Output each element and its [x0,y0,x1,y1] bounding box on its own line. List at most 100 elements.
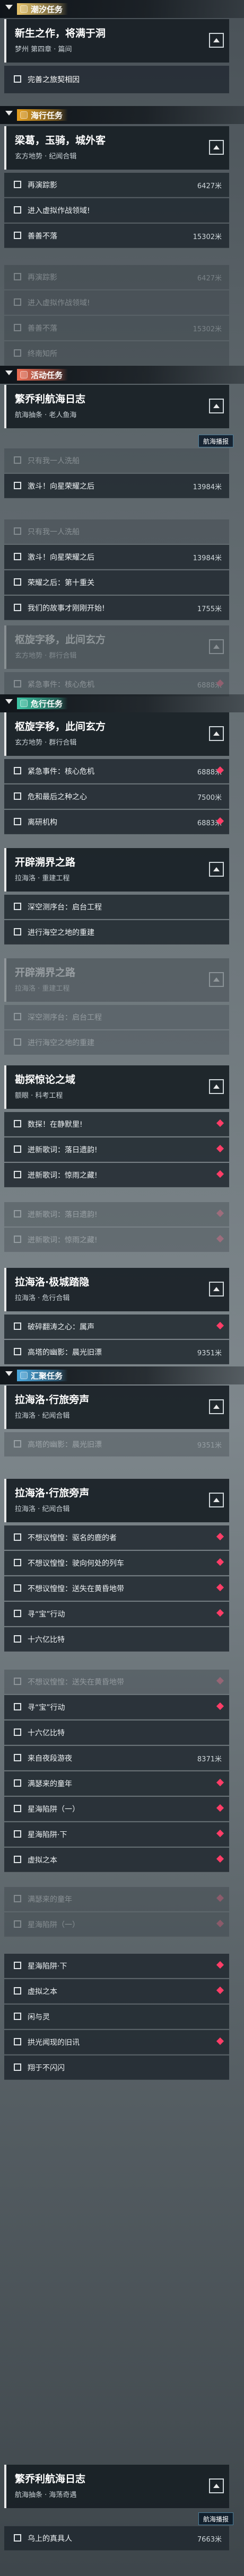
objective-row[interactable]: 不想议惶惶：驱名的鹿的者 [4,1525,229,1550]
objective-row[interactable]: 破碎翻涛之心：属声 [4,1315,229,1339]
objective-row[interactable]: 十六亿比特 [4,1627,229,1652]
objective-row[interactable]: 虚拟之本 [4,1979,229,2004]
objective-row[interactable]: 进行海空之地的重建 [4,920,229,945]
quest-card[interactable]: 枢旋字移，此间玄方 玄方地势 · 群行合辑 [4,625,229,669]
objective-row[interactable]: 只有我一人洗船 [4,448,229,473]
track-button[interactable] [209,1282,224,1296]
objective-row[interactable]: 善善不落 15302米 [4,316,229,340]
track-button[interactable] [209,972,224,987]
objective-row[interactable]: 激斗！向星荣耀之后 13984米 [4,474,229,498]
track-button[interactable] [209,1399,224,1414]
objective-row[interactable]: 激斗！向星荣耀之后 13984米 [4,545,229,569]
track-button[interactable] [209,1079,224,1094]
quest-subtitle: 拉海洛 · 纪闻合辑 [15,1412,70,1420]
objective-row[interactable]: 寻“宝”行动 [4,1602,229,1626]
objective-row[interactable]: 不想议惶惶：驶向何处的列车 [4,1551,229,1575]
checkbox-icon [14,1038,21,1046]
objective-row[interactable]: 进入虚拟作战领域! [4,290,229,315]
objective-row[interactable]: 迸新歌词：惊雨之藏! [4,1163,229,1187]
objective-row[interactable]: 善善不落 15302米 [4,224,229,248]
objective-row[interactable]: 紧急事件：核心危机 6888米 [4,672,229,696]
objective-row[interactable]: 来自夜段游夜 8371米 [4,1746,229,1770]
objective-row[interactable]: 翔于不闪闪 [4,2055,229,2080]
objective-row[interactable]: 星海陷阱（一） [4,1912,229,1937]
objective-row[interactable]: 虚拟之本 [4,1848,229,1872]
quest-card[interactable]: 开辟溯界之路 拉海洛 · 重建工程 [4,848,229,892]
objective-row[interactable]: 不想议惶惶：送失在黄昏地带 [4,1576,229,1601]
objective-row[interactable]: 终南知所 [4,341,229,366]
objective-text: 只有我一人洗船 [28,457,80,465]
quest-card[interactable]: 拉海洛·极城踏隐 拉海洛 · 危行合辑 [4,1268,229,1311]
objective-row[interactable]: 不想议惶惶：送失在黄昏地带 [4,1670,229,1694]
objective-row[interactable]: 星海陷阱·下 [4,1954,229,1978]
objective-row[interactable]: 星海陷阱·下 [4,1822,229,1847]
objective-row[interactable]: 荣耀之后：第十重关 [4,570,229,595]
objective-row[interactable]: 深空测序台：启台工程 [4,1005,229,1029]
section-header-danger[interactable]: 危行任务 [0,694,244,712]
objective-text: 数探！在静默里! [28,1121,83,1129]
checkbox-icon [14,456,21,464]
objective-row[interactable]: 迸新歌词：惊雨之藏! [4,1228,229,1252]
objective-row[interactable]: 乌上的真具人 7663米 [4,2526,229,2551]
objective-row[interactable]: 再演踪影 6427米 [4,173,229,197]
objective-row[interactable]: 寻“宝”行动 [4,1695,229,1719]
track-button[interactable] [209,639,224,654]
quest-card[interactable]: 开辟溯界之路 拉海洛 · 重建工程 [4,958,229,1002]
quest-card[interactable]: 新生之作，将满于洞 梦州 第四章 · 篇间 [4,19,229,63]
objective-text: 十六亿比特 [28,1729,65,1737]
objective-text: 十六亿比特 [28,1636,65,1644]
chevron-down-icon [5,5,13,10]
objective-row[interactable]: 进行海空之地的重建 [4,1030,229,1055]
objective-row[interactable]: 迸新歌词：落日遗韵! [4,1137,229,1162]
quest-card[interactable]: 勘探惊论之域 额眼 · 科考工程 [4,1065,229,1109]
alert-diamond-icon [216,1209,224,1218]
objective-row[interactable]: 迸新歌词：落日遗韵! [4,1202,229,1227]
track-button[interactable] [209,140,224,155]
objective-row[interactable]: 进入虚拟作战领域! [4,198,229,223]
checkbox-icon [14,1856,21,1863]
objective-row[interactable]: 闲与灵 [4,2005,229,2029]
track-button[interactable] [209,726,224,741]
objective-row[interactable]: 我们的故事才刚刚开始! 1755米 [4,596,229,620]
quest-card[interactable]: 繁乔利航海日志 航海抽条 · 海荡奇遇 [4,2465,229,2508]
objective-row[interactable]: 只有我一人洗船 [4,519,229,544]
quest-card[interactable]: 拉海洛·行旅旁声 拉海洛 · 纪闻合辑 [4,1479,229,1522]
alert-diamond-icon [216,1778,224,1787]
section-header-tide[interactable]: 潮汐任务 [0,0,244,18]
objective-row[interactable]: 拱光闻现的旧讯 [4,2030,229,2054]
section-header-event[interactable]: 活动任务 [0,366,244,384]
objective-distance: 7500米 [197,794,222,802]
section-label: 汇聚任务 [31,1371,63,1381]
track-button[interactable] [209,1493,224,1507]
objective-row[interactable]: 紧急事件：核心危机 6888米 [4,759,229,783]
unlock-objective-row[interactable]: 完善之旅契相因 [4,66,229,93]
quest-subtitle: 额眼 · 科考工程 [15,1092,63,1100]
objective-row[interactable]: 数探！在静默里! [4,1112,229,1136]
objective-row[interactable]: 高塔的幽影：晨光旧漂 9351米 [4,1432,229,1457]
objective-row[interactable]: 高塔的幽影：晨光旧漂 9351米 [4,1340,229,1364]
objective-row[interactable]: 十六亿比特 [4,1721,229,1745]
quest-card[interactable]: 梁葛，玉骑，城外客 玄方地势 · 纪闻合辑 [4,126,229,170]
section-header-gather[interactable]: 汇聚任务 [0,1366,244,1384]
quest-card[interactable]: 繁乔利航海日志 航海抽条 · 老人鱼海 [4,385,229,428]
track-button[interactable] [209,33,224,48]
objective-row[interactable]: 离研机构 6883米 [4,810,229,834]
objective-row[interactable]: 再演踪影 6427米 [4,265,229,289]
objective-row[interactable]: 星海陷阱（一） [4,1797,229,1821]
quest-card[interactable]: 拉海洛·行旅旁声 拉海洛 · 纪闻合辑 [4,1386,229,1429]
checkbox-icon [14,1962,21,1969]
section-tag: 活动任务 [17,369,68,381]
objective-row[interactable]: 深空测序台：启台工程 [4,895,229,919]
track-button[interactable] [209,862,224,877]
objective-row[interactable]: 满瑟来的童年 [4,1887,229,1911]
checkbox-icon [14,1728,21,1736]
section-header-sea[interactable]: 海行任务 [0,106,244,124]
objective-row[interactable]: 满瑟来的童年 [4,1771,229,1796]
objective-distance: 13984米 [193,554,222,562]
quest-card[interactable]: 枢旋字移，此间玄方 玄方地势 · 群行合辑 [4,712,229,756]
track-button[interactable] [209,2478,224,2493]
checkbox-icon [14,1210,21,1218]
track-button[interactable] [209,399,224,413]
checkbox-icon [14,1678,21,1685]
objective-row[interactable]: 危和最后之种之心 7500米 [4,784,229,809]
